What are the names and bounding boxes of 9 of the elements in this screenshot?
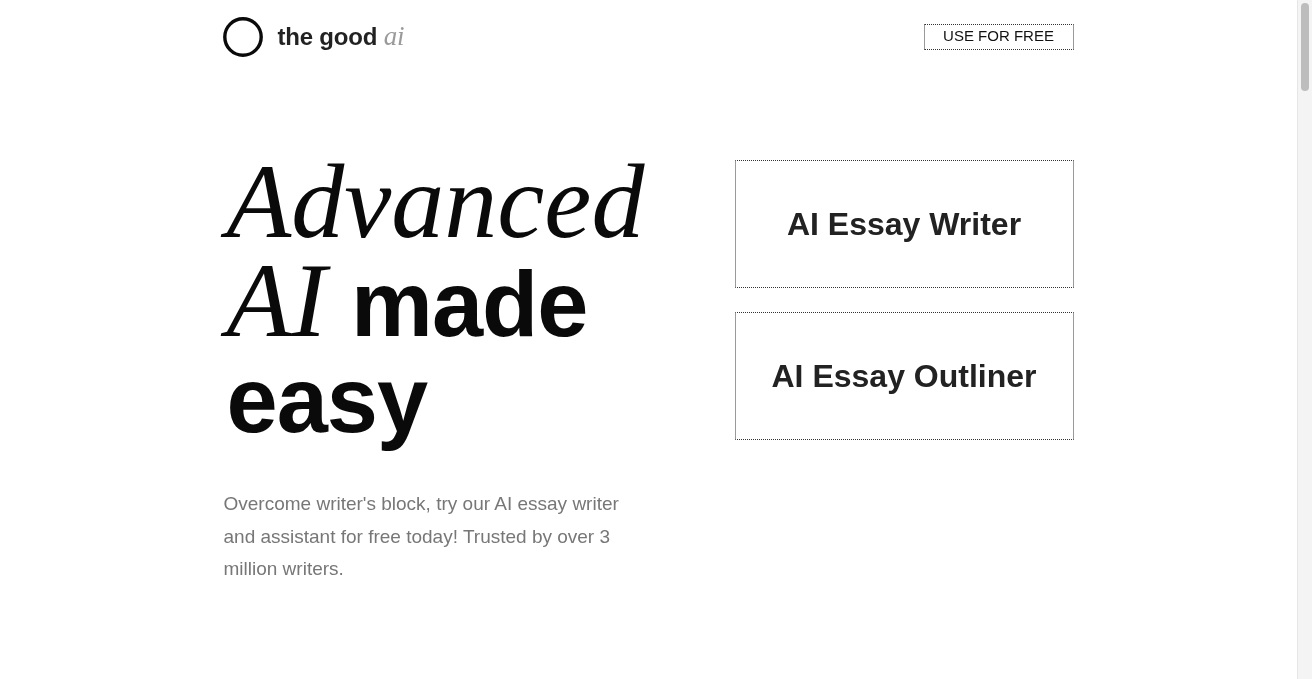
scrollbar-thumb[interactable]: [1301, 3, 1309, 91]
ring-logo-icon: [222, 17, 263, 57]
tool-card-link[interactable]: AI Essay Writer: [734, 160, 1074, 288]
use-for-free-button[interactable]: USE FOR FREE: [923, 23, 1074, 50]
hero-description: Overcome writer's block, try our AI essay writer and assistant for free today! Trusted by over 3 million writers.: [223, 492, 620, 581]
headline: Advanced AI made easy: [219, 154, 667, 460]
scrollbar[interactable]: [1297, 0, 1312, 679]
tool-card-link[interactable]: AI Essay Outliner: [734, 312, 1074, 440]
logo-text[interactable]: the good ai: [277, 15, 407, 57]
